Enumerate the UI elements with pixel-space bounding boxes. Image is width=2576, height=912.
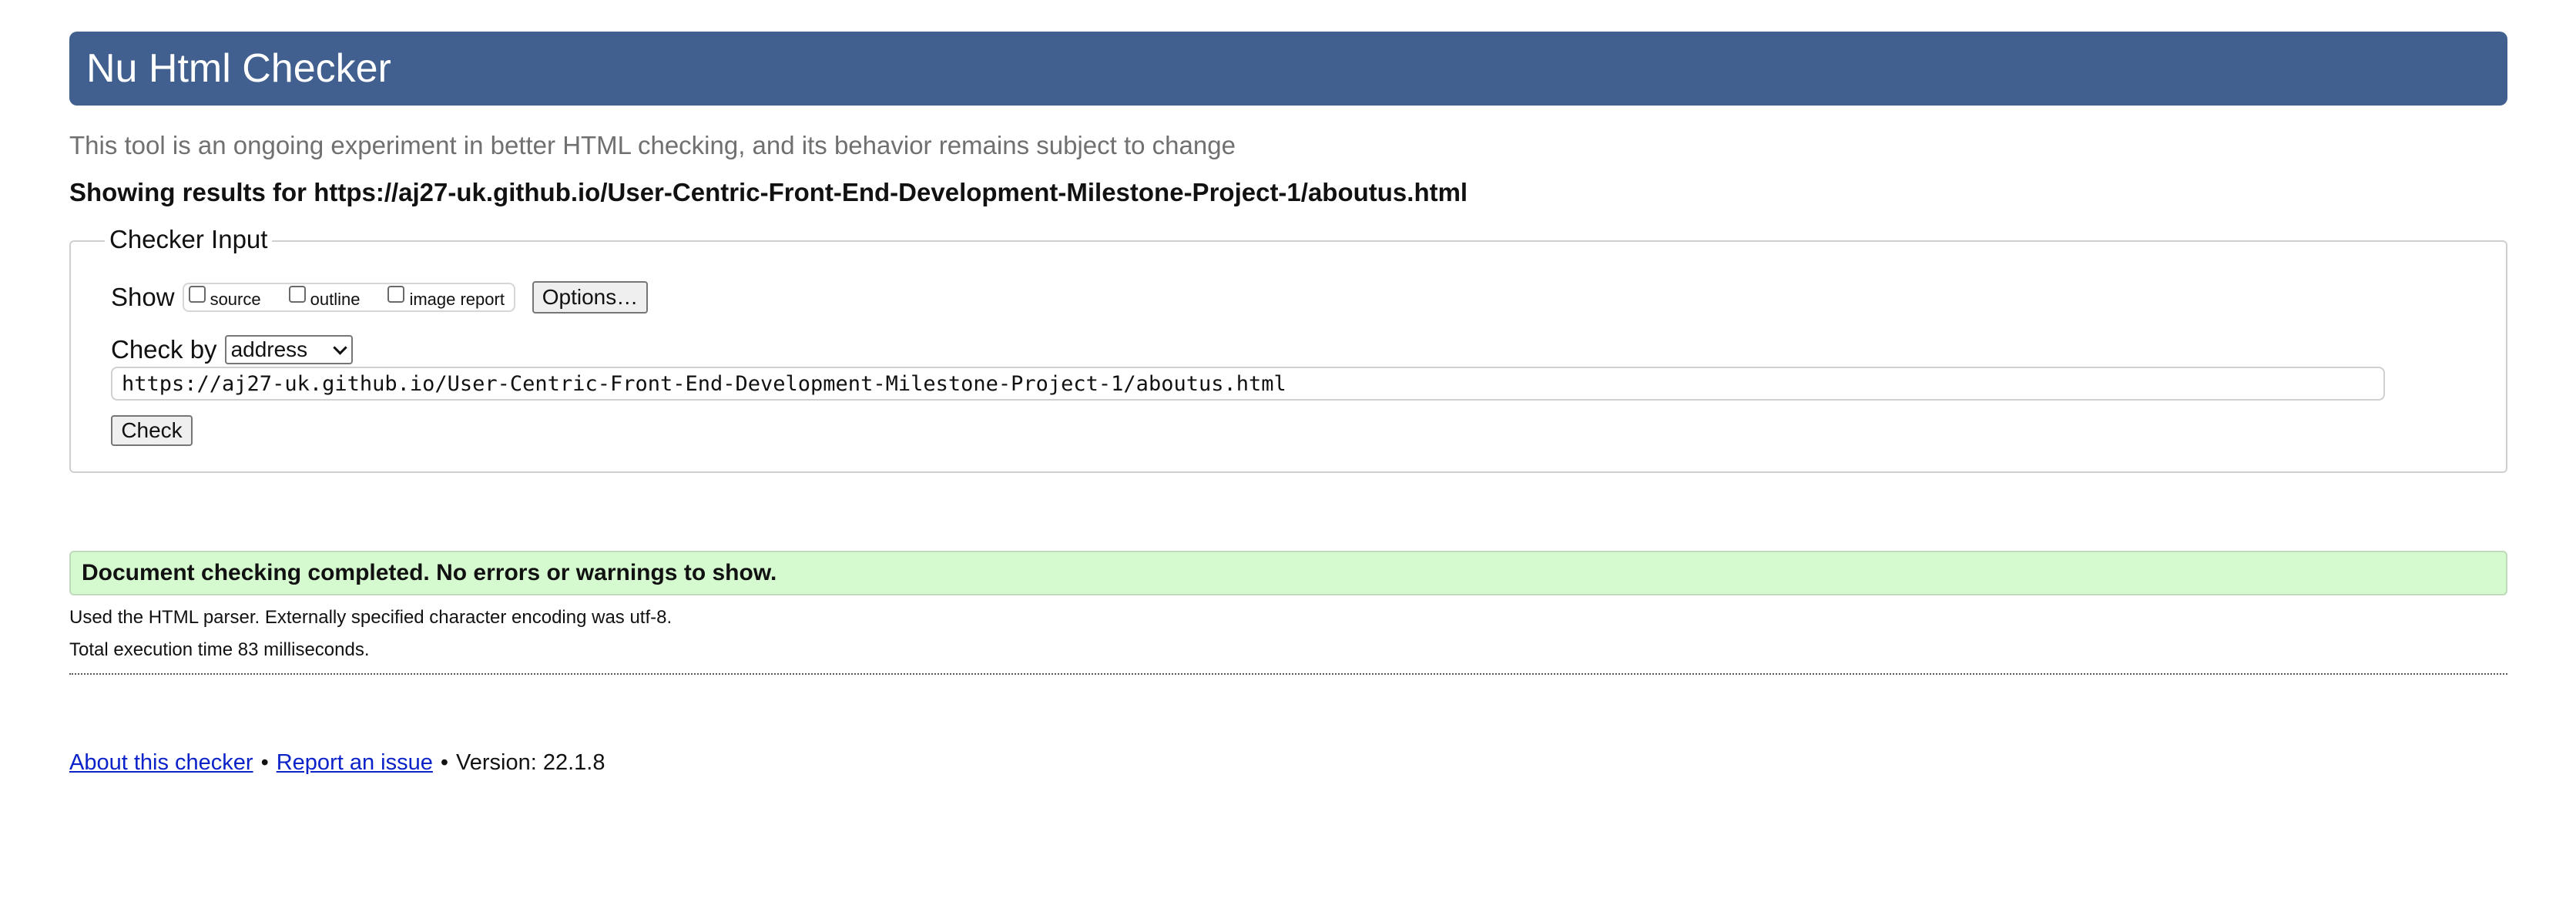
about-checker-link[interactable]: About this checker — [69, 750, 253, 776]
page: Nu Html Checker This tool is an ongoing … — [0, 0, 2576, 912]
outline-checkbox[interactable] — [288, 286, 306, 303]
version-text: Version: 22.1.8 — [456, 750, 605, 775]
url-input[interactable]: https://aj27-uk.github.io/User-Centric-F… — [111, 367, 2385, 401]
options-button[interactable]: Options… — [532, 281, 648, 314]
page-title: Nu Html Checker — [86, 46, 391, 91]
success-message: Document checking completed. No errors o… — [69, 551, 2507, 595]
dotted-divider — [69, 673, 2507, 675]
results-heading: Showing results for https://aj27-uk.gith… — [69, 178, 1468, 206]
footer-separator: • — [260, 750, 269, 775]
image-report-checkbox-label: image report — [409, 290, 505, 309]
check-by-select[interactable]: address — [224, 335, 353, 364]
outline-checkbox-label: outline — [310, 290, 361, 309]
source-checkbox-label: source — [210, 290, 261, 309]
checker-input-legend: Checker Input — [105, 225, 273, 254]
show-label: Show — [111, 283, 175, 311]
checker-input-fieldset: Checker Input Show source outline image … — [69, 225, 2507, 473]
report-issue-link[interactable]: Report an issue — [277, 750, 433, 776]
show-source-option[interactable]: source — [188, 285, 261, 310]
check-by-selected-value: address — [230, 337, 308, 361]
footer-separator: • — [440, 750, 449, 775]
check-by-label: Check by — [111, 335, 217, 364]
show-image-report-option[interactable]: image report — [387, 285, 505, 310]
show-options-group: source outline image report — [182, 283, 515, 312]
source-checkbox[interactable] — [188, 286, 206, 303]
show-outline-option[interactable]: outline — [288, 285, 361, 310]
show-row: Show source outline image report Options… — [111, 280, 648, 314]
footer: About this checker • Report an issue • V… — [69, 750, 605, 776]
chevron-down-icon — [332, 340, 347, 355]
tool-description: This tool is an ongoing experiment in be… — [69, 131, 1236, 159]
header-banner: Nu Html Checker — [69, 32, 2507, 106]
image-report-checkbox[interactable] — [387, 286, 405, 303]
check-by-row: Check by address — [111, 333, 353, 367]
execution-time: Total execution time 83 milliseconds. — [69, 639, 370, 660]
parser-info: Used the HTML parser. Externally specifi… — [69, 607, 673, 628]
check-button[interactable]: Check — [111, 415, 193, 446]
